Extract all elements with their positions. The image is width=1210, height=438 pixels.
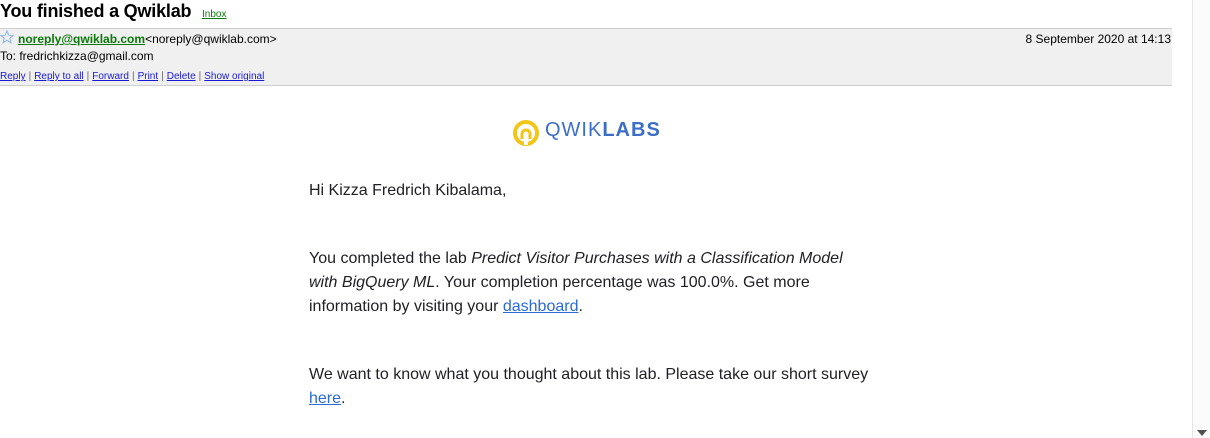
star-icon[interactable]: [0, 30, 14, 44]
from-line: noreply@qwiklab.com<noreply@qwiklab.com>: [18, 32, 277, 46]
logo-word-bold: LABS: [602, 119, 661, 141]
completion-paragraph: You completed the lab Predict Visitor Pu…: [309, 247, 869, 319]
separator: |: [86, 71, 90, 82]
reply-link[interactable]: Reply: [0, 71, 26, 82]
greeting-text: Hi Kizza Fredrich Kibalama,: [309, 182, 507, 199]
text-span: .: [341, 390, 346, 407]
vertical-scrollbar[interactable]: [1192, 0, 1210, 438]
qwiklabs-logo-icon: [513, 120, 539, 146]
scroll-down-icon[interactable]: [1197, 430, 1207, 436]
delete-link[interactable]: Delete: [167, 71, 196, 82]
email-subject: You finished a Qwiklab: [0, 1, 192, 21]
dashboard-link[interactable]: dashboard: [503, 298, 579, 315]
separator: |: [198, 71, 202, 82]
text-span: .: [578, 298, 583, 315]
forward-link[interactable]: Forward: [92, 71, 129, 82]
email-header: noreply@qwiklab.com<noreply@qwiklab.com>…: [0, 28, 1172, 86]
logo-wordmark: QWIKLABS: [545, 119, 661, 142]
survey-link[interactable]: here: [309, 390, 341, 407]
to-line: To: fredrichkizza@gmail.com: [0, 49, 154, 63]
separator: |: [131, 71, 135, 82]
subject-bar: You finished a Qwiklab Inbox: [0, 0, 1175, 28]
show-original-link[interactable]: Show original: [204, 71, 264, 82]
sender-link[interactable]: noreply@qwiklab.com: [18, 32, 145, 46]
text-span: You completed the lab: [309, 250, 472, 267]
inbox-label[interactable]: Inbox: [202, 9, 226, 20]
sender-full-address: <noreply@qwiklab.com>: [145, 32, 277, 46]
text-span: We want to know what you thought about t…: [309, 366, 869, 383]
separator: |: [28, 71, 32, 82]
reply-all-link[interactable]: Reply to all: [34, 71, 83, 82]
email-date: 8 September 2020 at 14:13: [1025, 32, 1171, 46]
print-link[interactable]: Print: [138, 71, 159, 82]
separator: |: [161, 71, 164, 82]
email-actions: Reply | Reply to all | Forward | Print | Delete |…: [0, 71, 264, 82]
survey-paragraph: We want to know what you thought about t…: [309, 363, 869, 411]
logo-word-regular: QWIK: [545, 119, 603, 141]
